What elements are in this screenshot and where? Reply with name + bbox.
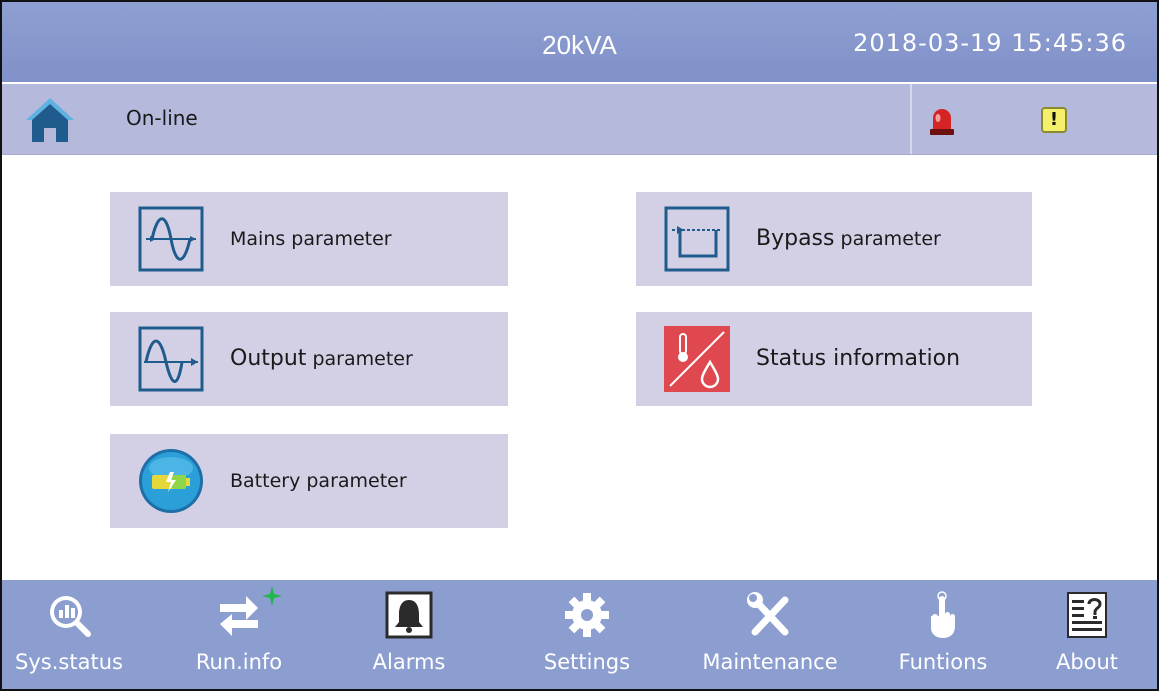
output-waveform-icon xyxy=(138,326,204,392)
bell-icon xyxy=(385,591,433,639)
bypass-parameter-label: Bypass parameter xyxy=(756,192,941,286)
nav-functions-label: Funtions xyxy=(898,650,988,674)
nav-maintenance[interactable]: Maintenance xyxy=(695,580,845,689)
bypass-label-bold: Bypass xyxy=(756,226,835,251)
status-information-button[interactable]: Status information xyxy=(636,312,1032,406)
battery-icon xyxy=(139,449,203,513)
alarm-light-icon xyxy=(930,109,954,135)
home-icon xyxy=(26,98,74,142)
date-time: 2018-03-19 15:45:36 xyxy=(853,29,1127,57)
status-information-label: Status information xyxy=(756,346,961,371)
nav-alarms-label: Alarms xyxy=(372,650,446,674)
nav-functions[interactable]: Funtions xyxy=(868,580,1018,689)
magnifier-chart-icon xyxy=(50,596,91,637)
output-label-rest: parameter xyxy=(306,348,413,370)
nav-run-info-label: Run.info xyxy=(195,650,283,674)
output-label-bold: Output xyxy=(230,346,307,371)
bypass-label-rest: parameter xyxy=(834,228,941,250)
operating-mode: On-line xyxy=(126,106,198,130)
bypass-icon xyxy=(664,206,730,272)
mains-waveform-icon xyxy=(138,206,204,272)
pointing-hand-icon xyxy=(931,591,955,638)
bottom-navigation: Sys.status Run.info Alarms Settings Main… xyxy=(2,580,1157,689)
warning-button[interactable]: ! xyxy=(1041,107,1067,133)
nav-settings[interactable]: Settings xyxy=(512,580,662,689)
mains-parameter-button[interactable]: Mains parameter xyxy=(110,192,508,286)
nav-about[interactable]: About xyxy=(1012,580,1157,689)
nav-settings-label: Settings xyxy=(543,650,631,674)
alarm-light-button[interactable] xyxy=(927,106,957,136)
battery-parameter-button[interactable]: Battery parameter xyxy=(110,434,508,528)
status-divider xyxy=(910,84,912,154)
battery-parameter-label: Battery parameter xyxy=(230,470,407,492)
output-parameter-button[interactable]: Output parameter xyxy=(110,312,508,406)
warning-icon: ! xyxy=(1049,109,1059,130)
ups-screen: 20kVA 2018-03-19 15:45:36 On-line ! Main… xyxy=(0,0,1159,691)
thermometer-humidity-icon xyxy=(664,326,730,392)
nav-sys-status-label: Sys.status xyxy=(15,650,123,674)
nav-maintenance-label: Maintenance xyxy=(702,650,838,674)
tools-icon xyxy=(747,592,789,636)
nav-run-info[interactable]: Run.info xyxy=(164,580,314,689)
output-parameter-label: Output parameter xyxy=(230,312,413,406)
bypass-parameter-button[interactable]: Bypass parameter xyxy=(636,192,1032,286)
nav-about-label: About xyxy=(1055,650,1119,674)
swap-arrows-icon xyxy=(220,596,258,636)
gear-icon xyxy=(565,593,609,637)
document-info-icon xyxy=(1067,592,1107,638)
new-info-star-icon xyxy=(262,586,282,606)
title-bar: 20kVA 2018-03-19 15:45:36 xyxy=(2,2,1157,82)
status-bar: On-line ! xyxy=(2,84,1157,155)
mains-parameter-label: Mains parameter xyxy=(230,228,392,250)
nav-alarms[interactable]: Alarms xyxy=(334,580,484,689)
home-button[interactable] xyxy=(24,96,76,144)
nav-sys-status[interactable]: Sys.status xyxy=(2,580,144,689)
